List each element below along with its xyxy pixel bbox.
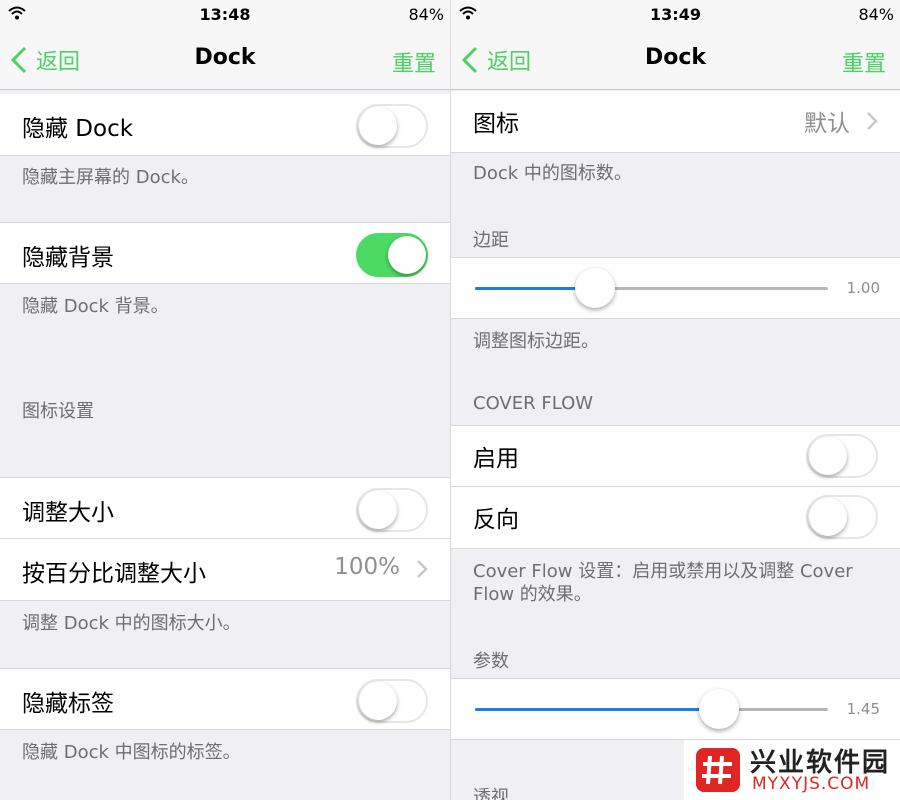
status-bar: 13:48 84% bbox=[0, 0, 450, 30]
spacing-value: 1.00 bbox=[846, 279, 880, 297]
params-slider-row: 1.45 bbox=[451, 678, 900, 740]
reset-button[interactable]: 重置 bbox=[392, 46, 436, 78]
toggle-knob bbox=[359, 491, 397, 529]
perspective-header: 透视 bbox=[473, 787, 509, 800]
hide-dock-label: 隐藏 Dock bbox=[22, 116, 134, 142]
hide-background-toggle[interactable] bbox=[356, 233, 428, 277]
resize-label: 调整大小 bbox=[22, 500, 114, 526]
hide-background-label: 隐藏背景 bbox=[22, 245, 114, 271]
spacing-header: 边距 bbox=[473, 230, 509, 251]
watermark-domain: MYXYJS.COM bbox=[752, 774, 871, 794]
left-screen: 13:48 84% 返回 Dock 重置 隐藏 Dock 隐藏主屏幕的 Dock… bbox=[0, 0, 450, 800]
toggle-knob bbox=[809, 498, 847, 536]
enable-toggle[interactable] bbox=[806, 434, 878, 478]
spacing-note: 调整图标边距。 bbox=[473, 331, 599, 352]
cover-flow-header: COVER FLOW bbox=[473, 393, 594, 414]
status-time: 13:48 bbox=[199, 5, 251, 24]
watermark: 兴业软件园 MYXYJS.COM bbox=[684, 740, 900, 800]
spacing-slider-row: 1.00 bbox=[451, 257, 900, 319]
params-header: 参数 bbox=[473, 651, 509, 672]
params-slider-thumb[interactable] bbox=[698, 689, 739, 729]
hide-background-note: 隐藏 Dock 背景。 bbox=[22, 296, 169, 317]
params-slider-track[interactable] bbox=[475, 689, 828, 729]
status-bar: 13:49 84% bbox=[451, 0, 900, 30]
nav-bar: 返回 Dock 重置 bbox=[0, 30, 450, 90]
status-time: 13:49 bbox=[650, 5, 701, 24]
toggle-knob bbox=[809, 437, 847, 475]
params-slider-fill bbox=[475, 708, 719, 711]
hide-dock-toggle[interactable] bbox=[356, 104, 428, 148]
reverse-toggle[interactable] bbox=[806, 495, 878, 539]
hide-labels-toggle[interactable] bbox=[356, 679, 428, 723]
icons-value: 默认 bbox=[804, 111, 850, 137]
disclosure-chevron-icon bbox=[417, 560, 428, 578]
resize-toggle[interactable] bbox=[356, 488, 428, 532]
hide-labels-label: 隐藏标签 bbox=[22, 691, 114, 717]
toggle-knob bbox=[359, 682, 397, 720]
icons-note: Dock 中的图标数。 bbox=[473, 163, 632, 184]
spacing-slider-thumb[interactable] bbox=[575, 268, 616, 308]
reset-button[interactable]: 重置 bbox=[842, 46, 886, 78]
enable-label: 启用 bbox=[473, 446, 519, 472]
resize-percent-row[interactable]: 按百分比调整大小 100% bbox=[0, 539, 450, 601]
reverse-row: 反向 bbox=[451, 487, 900, 549]
battery-level: 84% bbox=[858, 5, 894, 24]
battery-level: 84% bbox=[408, 5, 444, 24]
spacing-slider-track[interactable] bbox=[475, 268, 828, 308]
icons-label: 图标 bbox=[473, 111, 519, 137]
hide-labels-note: 隐藏 Dock 中图标的标签。 bbox=[22, 742, 241, 763]
resize-percent-value: 100% bbox=[334, 554, 400, 580]
watermark-logo-icon bbox=[696, 748, 740, 792]
icons-row[interactable]: 图标 默认 bbox=[451, 91, 900, 153]
page-title: Dock bbox=[194, 45, 256, 70]
disclosure-chevron-icon bbox=[867, 112, 878, 130]
right-screen: 13:49 84% 返回 Dock 重置 图标 默认 Dock 中的图标数。 边… bbox=[450, 0, 900, 800]
resize-percent-label: 按百分比调整大小 bbox=[22, 561, 206, 587]
params-value: 1.45 bbox=[846, 700, 880, 718]
toggle-knob bbox=[359, 107, 397, 145]
reverse-label: 反向 bbox=[473, 507, 519, 533]
icon-settings-header: 图标设置 bbox=[22, 401, 94, 422]
toggle-knob bbox=[388, 236, 426, 274]
hide-labels-row: 隐藏标签 bbox=[0, 668, 450, 730]
hide-dock-note: 隐藏主屏幕的 Dock。 bbox=[22, 167, 199, 188]
cover-flow-note: Cover Flow 设置：启用或禁用以及调整 Cover Flow 的效果。 bbox=[473, 561, 853, 605]
resize-row: 调整大小 bbox=[0, 477, 450, 539]
enable-row: 启用 bbox=[451, 425, 900, 487]
page-title: Dock bbox=[644, 45, 707, 70]
hide-dock-row: 隐藏 Dock bbox=[0, 94, 450, 156]
hide-background-row: 隐藏背景 bbox=[0, 222, 450, 284]
resize-note: 调整 Dock 中的图标大小。 bbox=[22, 613, 241, 634]
nav-bar: 返回 Dock 重置 bbox=[451, 30, 900, 90]
